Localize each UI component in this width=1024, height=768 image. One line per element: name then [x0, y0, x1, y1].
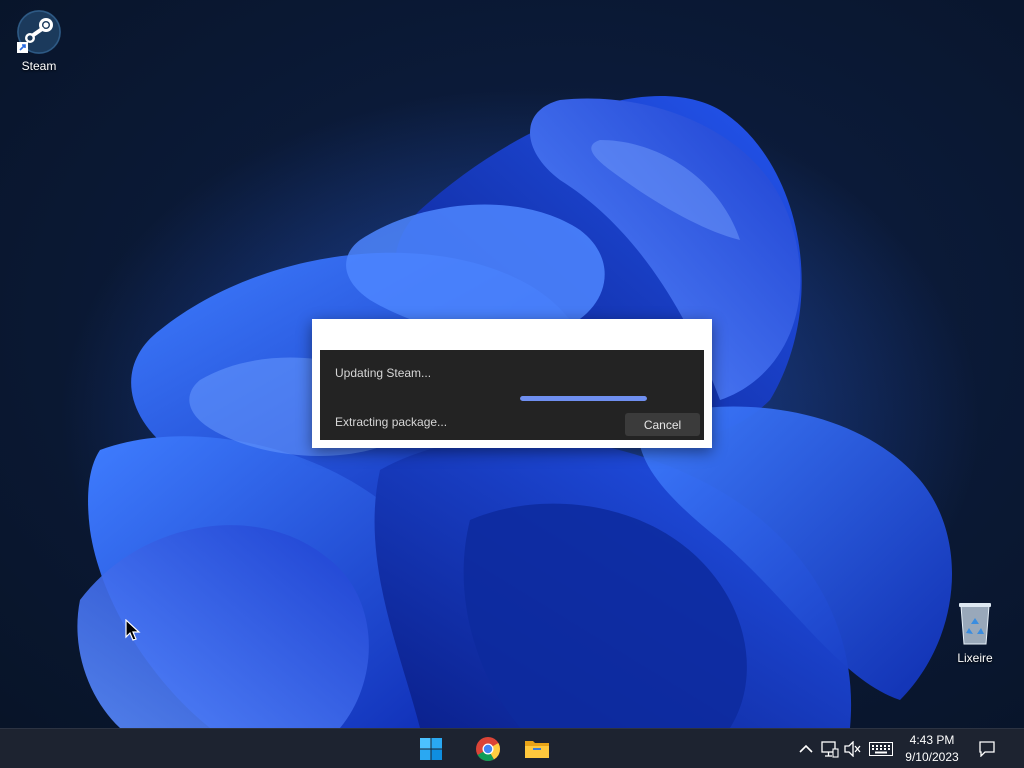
recycle-bin-icon [959, 603, 991, 645]
steam-update-panel: Updating Steam... Extracting package... … [320, 350, 704, 440]
steam-update-window[interactable]: Updating Steam... Extracting package... … [312, 319, 712, 448]
taskbar: 4:43 PM 9/10/2023 [0, 728, 1024, 768]
show-hidden-icons-button[interactable] [796, 739, 816, 759]
clock-date: 9/10/2023 [905, 750, 959, 764]
recycle-bin-label: Lixeire [957, 651, 993, 665]
volume-muted-icon [844, 741, 861, 757]
taskbar-clock[interactable]: 4:43 PM 9/10/2023 [893, 732, 971, 766]
network-tray-button[interactable] [820, 739, 840, 759]
start-button[interactable] [416, 734, 446, 764]
notification-icon [979, 741, 995, 757]
steam-shortcut-label: Steam [21, 59, 57, 73]
steam-desktop-shortcut[interactable]: Steam [2, 8, 76, 73]
chrome-taskbar-button[interactable] [473, 734, 503, 764]
volume-tray-button[interactable] [843, 739, 863, 759]
steam-icon [17, 10, 61, 54]
chrome-icon [476, 737, 500, 762]
mouse-pointer-icon [125, 619, 141, 641]
update-status-detail: Extracting package... [335, 415, 448, 429]
recycle-bin-desktop-icon[interactable]: Lixeire [938, 600, 1012, 665]
network-icon [821, 741, 839, 758]
keyboard-icon [869, 742, 893, 756]
clock-time: 4:43 PM [909, 733, 955, 747]
notification-center-button[interactable] [977, 739, 997, 759]
update-status-title: Updating Steam... [335, 366, 432, 380]
desktop[interactable]: Steam Lixeire Updating Steam... Extracti… [0, 0, 1024, 728]
cancel-button[interactable]: Cancel [625, 413, 700, 436]
update-progress-fill [520, 396, 647, 401]
folder-icon [525, 741, 549, 758]
file-explorer-taskbar-button[interactable] [522, 734, 552, 764]
update-progress-bar [520, 396, 647, 401]
windows-start-icon [420, 738, 442, 760]
chevron-up-icon [799, 744, 813, 753]
input-indicator-button[interactable] [869, 739, 893, 759]
